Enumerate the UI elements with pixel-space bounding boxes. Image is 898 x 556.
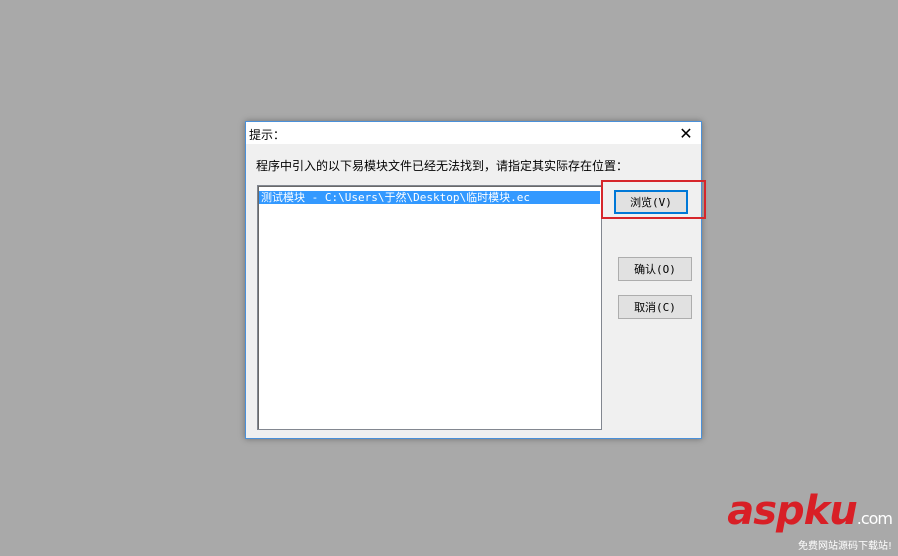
watermark-tagline: 免费网站源码下载站! — [797, 541, 892, 552]
watermark-logo: aspku.com 免费网站源码下载站! — [727, 488, 893, 552]
dialog-title: 提示： — [249, 128, 286, 142]
title-bar[interactable]: 提示： ✕ — [246, 122, 701, 144]
watermark-brand: aspku — [727, 488, 858, 534]
module-listbox[interactable]: 测试模块 - C:\Users\于然\Desktop\临时模块.ec — [257, 185, 602, 430]
list-item[interactable]: 测试模块 - C:\Users\于然\Desktop\临时模块.ec — [259, 191, 600, 204]
close-icon[interactable]: ✕ — [671, 122, 701, 144]
watermark-tld: .com — [856, 509, 893, 528]
prompt-dialog: 提示： ✕ 程序中引入的以下易模块文件已经无法找到，请指定其实际存在位置： 测试… — [245, 121, 702, 439]
cancel-button[interactable]: 取消(C) — [618, 295, 692, 319]
prompt-text: 程序中引入的以下易模块文件已经无法找到，请指定其实际存在位置： — [256, 159, 629, 173]
highlight-box — [601, 180, 706, 219]
confirm-button[interactable]: 确认(O) — [618, 257, 692, 281]
